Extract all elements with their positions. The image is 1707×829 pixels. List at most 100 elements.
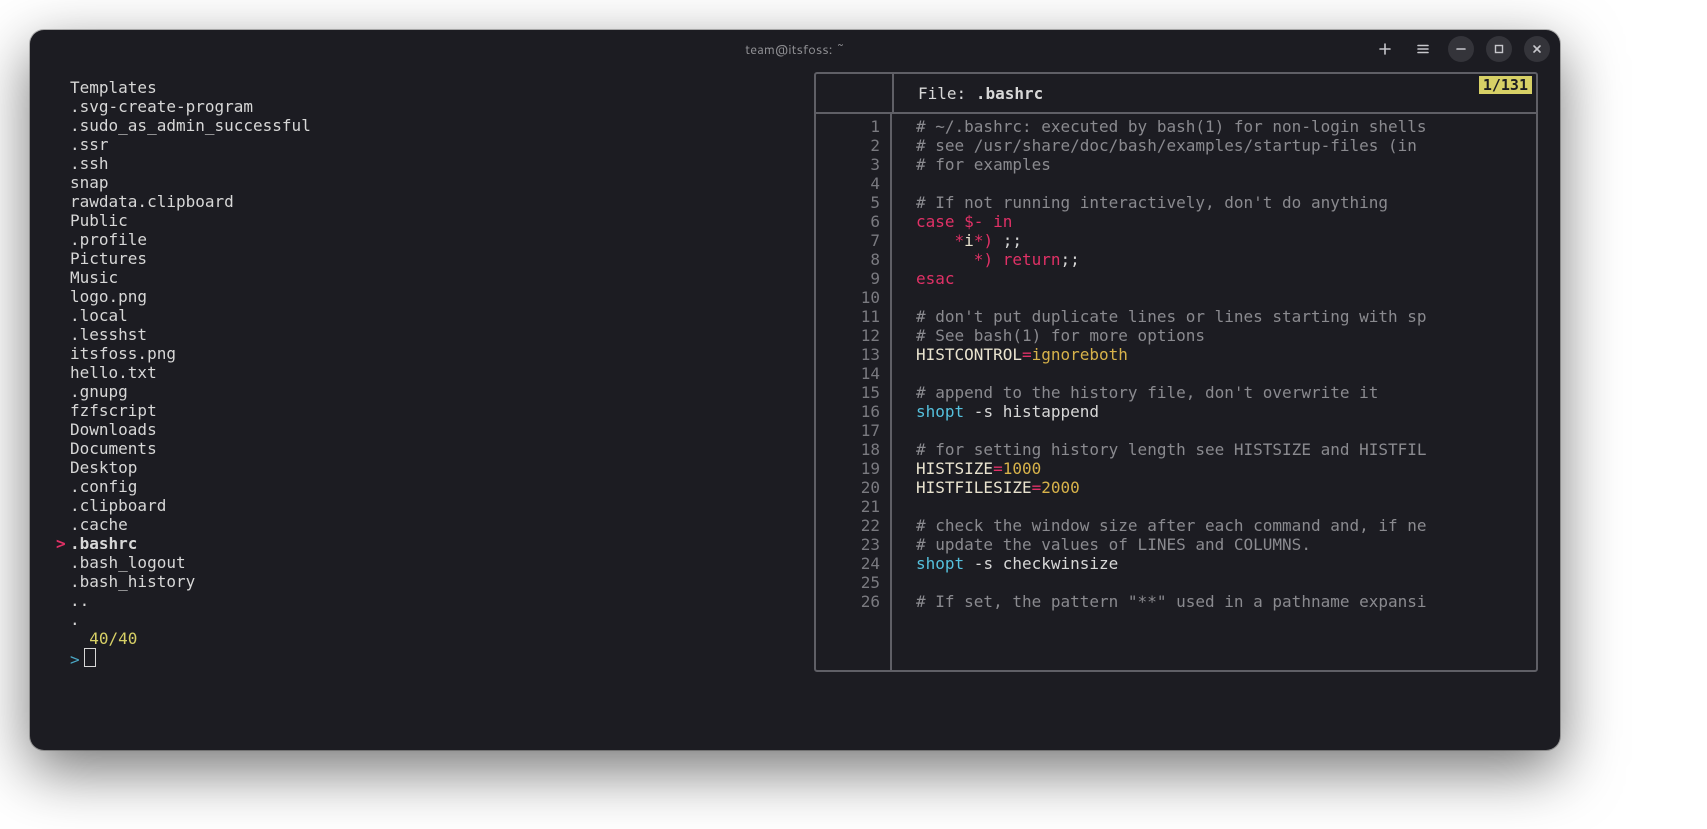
code-line: # update the values of LINES and COLUMNS… [916,535,1427,554]
file-list-item[interactable]: Templates [70,78,311,97]
file-list-item[interactable]: rawdata.clipboard [70,192,311,211]
file-list-item[interactable]: Pictures [70,249,311,268]
preview-file-prefix: File: [918,84,966,103]
line-number: 24 [816,554,880,573]
line-number: 14 [816,364,880,383]
preview-line-numbers: 1234567891011121314151617181920212223242… [816,114,892,670]
window-controls [1372,36,1550,62]
code-line: # for setting history length see HISTSIZ… [916,440,1427,459]
code-line: HISTSIZE=1000 [916,459,1427,478]
file-list-item[interactable]: .svg-create-program [70,97,311,116]
code-line: # See bash(1) for more options [916,326,1427,345]
code-line: # don't put duplicate lines or lines sta… [916,307,1427,326]
code-line: shopt -s histappend [916,402,1427,421]
file-list-item[interactable]: .cache [70,515,311,534]
code-line: # If not running interactively, don't do… [916,193,1427,212]
titlebar[interactable]: team@itsfoss: ~ [30,30,1560,70]
file-list-item[interactable]: Documents [70,439,311,458]
file-list-item[interactable]: .ssh [70,154,311,173]
preview-body: 1234567891011121314151617181920212223242… [816,114,1536,670]
file-list-item[interactable]: fzfscript [70,401,311,420]
line-number: 16 [816,402,880,421]
fzf-file-list[interactable]: Templates.svg-create-program.sudo_as_adm… [70,78,311,669]
file-list-item[interactable]: logo.png [70,287,311,306]
line-number: 15 [816,383,880,402]
preview-position-badge: 1/131 [1479,76,1532,94]
line-number: 12 [816,326,880,345]
file-list-item[interactable]: snap [70,173,311,192]
code-line [916,497,1427,516]
file-list-item[interactable]: >.bashrc [70,534,311,553]
file-list-item[interactable]: .sudo_as_admin_successful [70,116,311,135]
preview-header: File: .bashrc [816,74,1536,114]
preview-file-label: File: .bashrc [918,84,1043,103]
new-tab-button[interactable] [1372,36,1398,62]
line-number: 11 [816,307,880,326]
selection-marker-icon: > [56,534,66,553]
code-line: # see /usr/share/doc/bash/examples/start… [916,136,1427,155]
match-count: 40/40 [70,629,311,648]
file-list-item[interactable]: Desktop [70,458,311,477]
code-line: HISTFILESIZE=2000 [916,478,1427,497]
file-list-item[interactable]: Public [70,211,311,230]
line-number: 20 [816,478,880,497]
code-line: # append to the history file, don't over… [916,383,1427,402]
line-number: 10 [816,288,880,307]
file-list-item[interactable]: itsfoss.png [70,344,311,363]
code-line: *i*) ;; [916,231,1427,250]
file-list-item[interactable]: .. [70,591,311,610]
code-line: esac [916,269,1427,288]
code-line: HISTCONTROL=ignoreboth [916,345,1427,364]
file-list-item[interactable]: hello.txt [70,363,311,382]
code-line [916,421,1427,440]
line-number: 21 [816,497,880,516]
file-list-item[interactable]: .lesshst [70,325,311,344]
fzf-preview-pane: 1/131 File: .bashrc 12345678910111213141… [814,72,1538,672]
line-number: 13 [816,345,880,364]
line-number: 19 [816,459,880,478]
code-line: # ~/.bashrc: executed by bash(1) for non… [916,117,1427,136]
file-list-item[interactable]: .bash_logout [70,553,311,572]
file-list-item[interactable]: .profile [70,230,311,249]
file-list-item[interactable]: Music [70,268,311,287]
code-line [916,364,1427,383]
fzf-prompt[interactable]: > [70,648,311,669]
line-number: 25 [816,573,880,592]
line-number: 17 [816,421,880,440]
line-number: 26 [816,592,880,611]
file-list-item[interactable]: .bash_history [70,572,311,591]
preview-code: # ~/.bashrc: executed by bash(1) for non… [892,114,1427,670]
line-number: 1 [816,117,880,136]
code-line: # for examples [916,155,1427,174]
code-line [916,288,1427,307]
line-number: 8 [816,250,880,269]
preview-gutter-header [816,74,894,112]
terminal-window: team@itsfoss: ~ Templates.svg-create-pro… [30,30,1560,750]
code-line: # If set, the pattern "**" used in a pat… [916,592,1427,611]
minimize-button[interactable] [1448,36,1474,62]
preview-file-name: .bashrc [976,84,1043,103]
close-button[interactable] [1524,36,1550,62]
file-list-item[interactable]: .gnupg [70,382,311,401]
line-number: 22 [816,516,880,535]
cursor-icon [84,648,96,667]
line-number: 9 [816,269,880,288]
file-list-item[interactable]: Downloads [70,420,311,439]
maximize-button[interactable] [1486,36,1512,62]
file-list-item[interactable]: . [70,610,311,629]
terminal-body[interactable]: Templates.svg-create-program.sudo_as_adm… [30,70,1560,750]
code-line [916,174,1427,193]
menu-button[interactable] [1410,36,1436,62]
file-list-item[interactable]: .clipboard [70,496,311,515]
line-number: 4 [816,174,880,193]
line-number: 18 [816,440,880,459]
code-line [916,573,1427,592]
code-line: *) return;; [916,250,1427,269]
file-list-item[interactable]: .ssr [70,135,311,154]
file-list-item[interactable]: .local [70,306,311,325]
line-number: 6 [816,212,880,231]
line-number: 3 [816,155,880,174]
window-title: team@itsfoss: ~ [745,41,845,59]
file-list-item[interactable]: .config [70,477,311,496]
line-number: 5 [816,193,880,212]
